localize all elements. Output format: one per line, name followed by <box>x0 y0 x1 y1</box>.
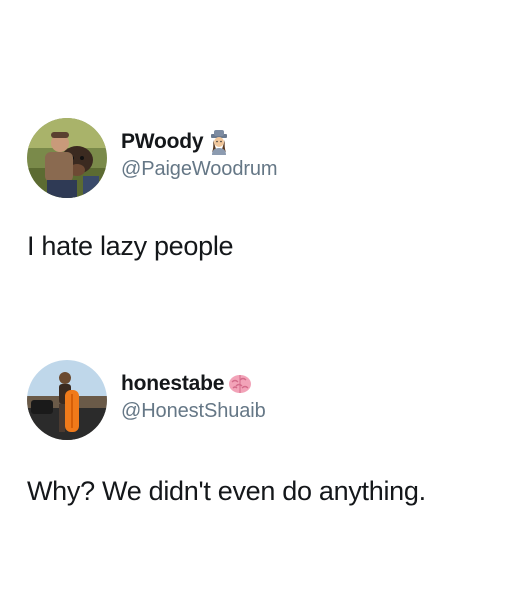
tweet: PWoody @PaigeWoodrum I hate lazy people <box>0 118 516 261</box>
avatar[interactable] <box>27 360 107 440</box>
tweet-header: PWoody @PaigeWoodrum <box>0 118 516 204</box>
display-name-row: honestabe <box>121 370 266 398</box>
avatar[interactable] <box>27 118 107 198</box>
tweet-header: honestabe @HonestShuaib <box>0 360 516 446</box>
display-name-row: PWoody <box>121 128 277 156</box>
tweet-text: Why? We didn't even do anything. <box>27 476 426 506</box>
tweet-text: I hate lazy people <box>27 231 234 261</box>
tweet: honestabe @HonestShuaib Why? We didn't e… <box>0 360 516 506</box>
display-name[interactable]: honestabe <box>121 372 224 396</box>
handle[interactable]: @PaigeWoodrum <box>121 158 278 181</box>
detective-emoji-icon <box>206 129 232 155</box>
tweet-names: PWoody @PaigeWoodrum <box>121 128 278 181</box>
brain-emoji-icon <box>227 371 253 397</box>
display-name[interactable]: PWoody <box>121 130 204 154</box>
tweet-names: honestabe @HonestShuaib <box>121 370 266 423</box>
handle[interactable]: @HonestShuaib <box>121 400 266 423</box>
